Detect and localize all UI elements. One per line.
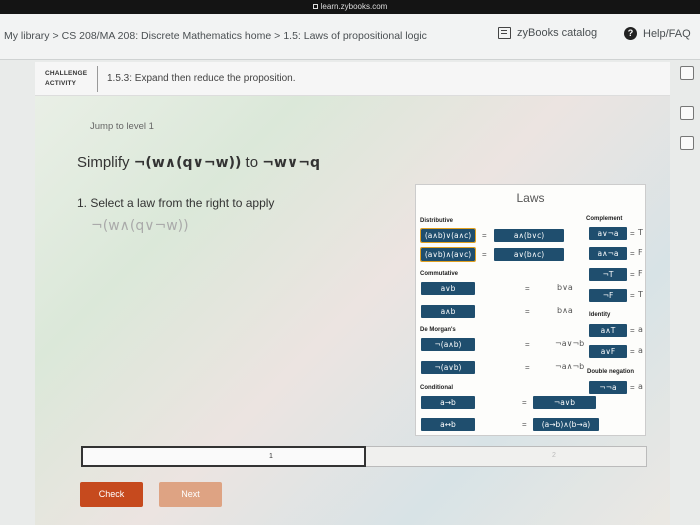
law-demorgan-2-left[interactable]: ¬(a∨b) — [421, 361, 475, 374]
url-text: learn.zybooks.com — [320, 2, 388, 11]
laws-title: Laws — [516, 191, 545, 205]
law-complement-3-left[interactable]: ¬T — [589, 268, 627, 281]
law-heading-identity: Identity — [589, 312, 611, 318]
law-equals: = — [525, 307, 530, 316]
law-distributive-2-left[interactable]: (a∨b)∧(a∨c) — [420, 247, 476, 262]
law-equals: = — [525, 340, 530, 349]
law-equals: = — [630, 229, 635, 238]
level-1-number: 1 — [269, 453, 273, 460]
law-complement-1-right[interactable]: T — [638, 228, 643, 237]
side-tab-icon[interactable] — [680, 136, 694, 150]
law-double-negation-right[interactable]: a — [638, 382, 643, 391]
next-button[interactable]: Next — [159, 482, 222, 507]
law-equals: = — [630, 270, 635, 279]
question-icon: ? — [624, 27, 637, 40]
step-instruction: 1. Select a law from the right to apply — [77, 196, 275, 210]
current-expression[interactable]: ¬(w∧(q∨¬w)) — [91, 218, 189, 234]
law-equals: = — [482, 250, 487, 259]
law-heading-de-morgans: De Morgan's — [420, 327, 456, 333]
law-complement-2-right[interactable]: F — [638, 248, 643, 257]
law-heading-conditional: Conditional — [420, 385, 453, 391]
help-label: Help/FAQ — [643, 27, 691, 40]
law-double-negation-left[interactable]: ¬¬a — [589, 381, 627, 394]
law-distributive-1-right[interactable]: a∧(b∨c) — [494, 229, 564, 242]
breadcrumb-section[interactable]: 1.5: Laws of propositional logic — [283, 30, 427, 42]
law-complement-3-right[interactable]: F — [638, 269, 643, 278]
law-demorgan-1-right[interactable]: ¬a∨¬b — [555, 339, 584, 348]
law-conditional-2-left[interactable]: a↔b — [421, 418, 475, 431]
law-conditional-2-right[interactable]: (a→b)∧(b→a) — [533, 418, 599, 431]
law-equals: = — [630, 383, 635, 392]
law-identity-2-left[interactable]: a∨F — [589, 345, 627, 358]
law-commutative-1-left[interactable]: a∨b — [421, 282, 475, 295]
law-distributive-2-right[interactable]: a∨(b∧c) — [494, 248, 564, 261]
challenge-title: 1.5.3: Expand then reduce the propositio… — [107, 73, 296, 84]
challenge-activity-tag: CHALLENGE ACTIVITY — [45, 70, 88, 87]
level-progress: 1 2 — [81, 446, 647, 467]
challenge-header: CHALLENGE ACTIVITY 1.5.3: Expand then red… — [35, 62, 670, 96]
level-1-segment[interactable]: 1 — [81, 446, 366, 467]
side-tab-icon[interactable] — [680, 66, 694, 80]
chevron-right-icon: > — [52, 30, 59, 42]
law-demorgan-1-left[interactable]: ¬(a∧b) — [421, 338, 475, 351]
law-equals: = — [630, 326, 635, 335]
law-identity-1-left[interactable]: a∧T — [589, 324, 627, 337]
breadcrumb-my-library[interactable]: My library — [4, 30, 50, 42]
level-2-number: 2 — [552, 452, 556, 459]
side-tab-icon[interactable] — [680, 106, 694, 120]
jump-to-level[interactable]: Jump to level 1 — [90, 121, 154, 132]
law-commutative-2-right[interactable]: b∧a — [557, 306, 573, 315]
law-equals: = — [482, 231, 487, 240]
law-demorgan-2-right[interactable]: ¬a∧¬b — [555, 362, 584, 371]
law-conditional-1-right[interactable]: ¬a∨b — [533, 396, 596, 409]
law-equals: = — [525, 284, 530, 293]
law-heading-double-negation: Double negation — [587, 369, 634, 375]
breadcrumb: My library > CS 208/MA 208: Discrete Mathe… — [4, 30, 427, 42]
top-nav: My library > CS 208/MA 208: Discrete Mathe… — [0, 14, 700, 60]
law-equals: = — [522, 398, 527, 407]
law-equals: = — [630, 249, 635, 258]
law-identity-1-right[interactable]: a — [638, 325, 643, 334]
book-icon — [498, 27, 511, 39]
breadcrumb-course[interactable]: CS 208/MA 208: Discrete Mathematics home — [62, 30, 272, 42]
law-complement-1-left[interactable]: a∨¬a — [589, 227, 627, 240]
check-button[interactable]: Check — [80, 482, 143, 507]
law-conditional-1-left[interactable]: a→b — [421, 396, 475, 409]
problem-statement: Simplify ¬(w∧(q∨¬w)) to ¬w∨¬q — [77, 154, 321, 171]
law-complement-4-left[interactable]: ¬F — [589, 289, 627, 302]
law-equals: = — [522, 420, 527, 429]
law-heading-distributive: Distributive — [420, 218, 454, 224]
divider — [97, 66, 98, 92]
browser-url-bar[interactable]: learn.zybooks.com — [0, 0, 700, 14]
law-equals: = — [630, 347, 635, 356]
law-heading-complement: Complement — [586, 216, 623, 222]
chevron-right-icon: > — [274, 30, 281, 42]
law-equals: = — [525, 363, 530, 372]
law-commutative-1-right[interactable]: b∨a — [557, 283, 573, 292]
catalog-link[interactable]: zyBooks catalog — [498, 27, 597, 39]
law-identity-2-right[interactable]: a — [638, 346, 643, 355]
help-link[interactable]: ? Help/FAQ — [624, 27, 691, 40]
laws-panel: Laws Distributive (a∧b)∨(a∧c) = a∧(b∨c) … — [415, 184, 646, 436]
law-distributive-1-left[interactable]: (a∧b)∨(a∧c) — [420, 228, 476, 243]
law-heading-commutative: Commutative — [420, 271, 459, 277]
law-equals: = — [630, 291, 635, 300]
law-complement-2-left[interactable]: a∧¬a — [589, 247, 627, 260]
lock-icon — [312, 4, 318, 9]
catalog-label: zyBooks catalog — [517, 27, 598, 39]
activity-content: Jump to level 1 Simplify ¬(w∧(q∨¬w)) to … — [35, 96, 670, 525]
law-complement-4-right[interactable]: T — [638, 290, 643, 299]
law-commutative-2-left[interactable]: a∧b — [421, 305, 475, 318]
